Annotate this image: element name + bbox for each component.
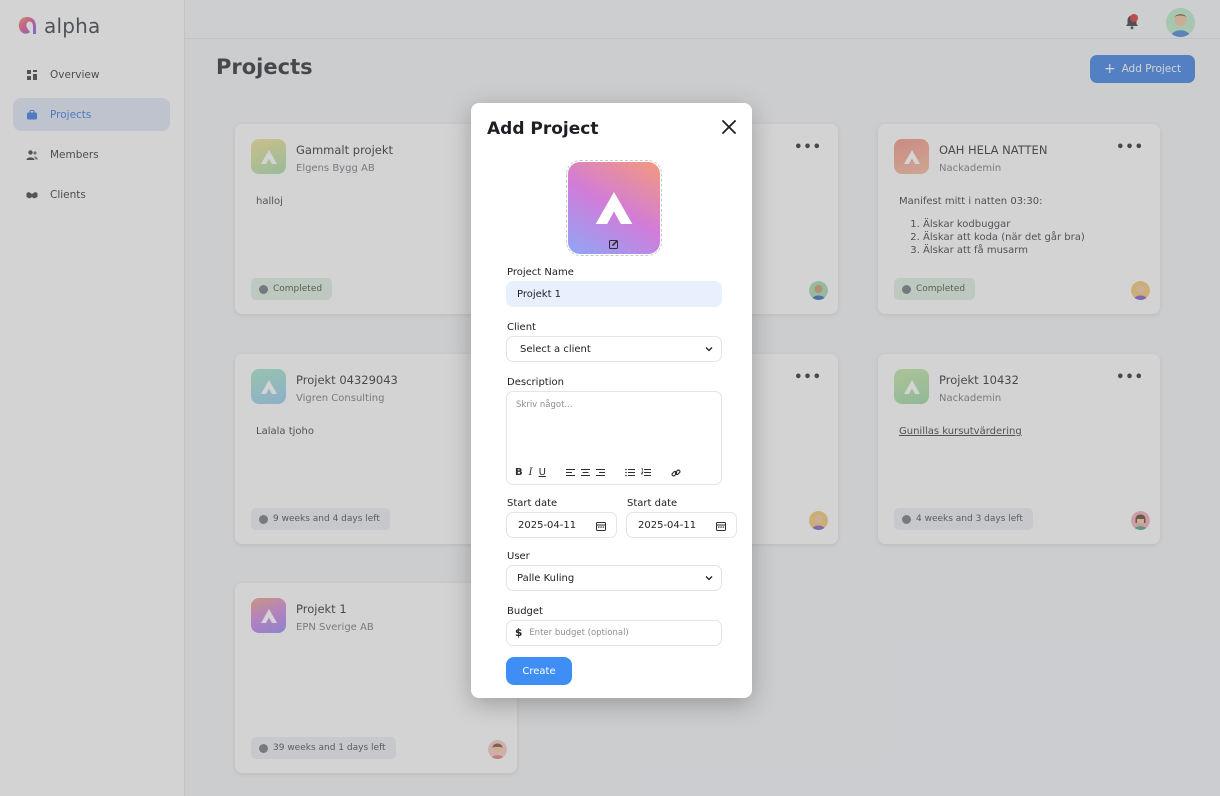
close-icon[interactable] (720, 118, 738, 136)
align-center-icon[interactable] (580, 468, 590, 477)
link-icon[interactable] (671, 468, 681, 478)
description-editor[interactable]: Skriv något... B I U (506, 391, 722, 485)
user-select[interactable]: Palle Kuling (506, 565, 722, 591)
bold-button[interactable]: B (515, 467, 523, 478)
underline-button[interactable]: U (539, 467, 546, 478)
project-name-value: Projekt 1 (517, 288, 562, 300)
bullet-list-icon[interactable] (625, 468, 635, 477)
numbered-list-icon[interactable] (640, 468, 651, 477)
user-label: User (507, 551, 530, 562)
chevron-down-icon (705, 576, 713, 581)
add-project-modal: Add Project Project Name Projekt 1 Clien… (471, 103, 752, 698)
project-image-upload[interactable] (566, 160, 662, 256)
project-name-label: Project Name (507, 267, 574, 278)
italic-button[interactable]: I (529, 467, 533, 478)
budget-label: Budget (507, 606, 543, 617)
create-button[interactable]: Create (506, 657, 572, 685)
align-right-icon[interactable] (595, 468, 605, 477)
start-date-input[interactable]: 2025-04-11 (506, 512, 617, 538)
editor-toolbar: B I U (515, 467, 681, 478)
calendar-icon[interactable] (596, 521, 606, 531)
project-logo-icon (595, 192, 633, 224)
start-date-value: 2025-04-11 (518, 519, 577, 531)
description-placeholder: Skriv något... (516, 400, 573, 410)
chevron-down-icon (705, 347, 713, 352)
calendar-icon[interactable] (716, 521, 726, 531)
project-name-input[interactable]: Projekt 1 (506, 281, 722, 307)
client-label: Client (507, 322, 536, 333)
end-date-label: Start date (627, 498, 678, 509)
budget-placeholder: Enter budget (optional) (529, 628, 629, 638)
description-label: Description (507, 377, 564, 388)
client-select-value: Select a client (520, 343, 591, 355)
end-date-input[interactable]: 2025-04-11 (626, 512, 737, 538)
project-image (568, 162, 660, 254)
modal-title: Add Project (487, 119, 599, 139)
client-select[interactable]: Select a client (506, 336, 722, 362)
start-date-label: Start date (507, 498, 558, 509)
budget-input[interactable]: $ Enter budget (optional) (506, 620, 722, 646)
align-left-icon[interactable] (565, 468, 575, 477)
edit-icon[interactable] (609, 239, 619, 249)
end-date-value: 2025-04-11 (638, 519, 697, 531)
dollar-icon: $ (515, 627, 523, 639)
user-select-value: Palle Kuling (517, 572, 575, 584)
